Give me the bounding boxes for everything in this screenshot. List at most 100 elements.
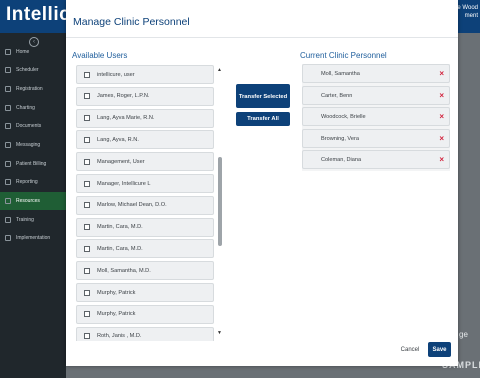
resources-icon — [5, 198, 11, 204]
available-user-row[interactable]: Roth, Janis , M.D. — [76, 326, 214, 341]
available-user-row[interactable]: Murphy, Patrick — [76, 304, 214, 324]
available-user-row[interactable]: Lang, Ayva, R.N. — [76, 130, 214, 150]
available-user-row[interactable]: Moll, Samantha, M.D. — [76, 261, 214, 281]
sidebar-item-label: Resources — [16, 198, 40, 204]
sidebar-item-label: Registration — [16, 86, 43, 92]
available-user-row[interactable]: Murphy, Patrick — [76, 283, 214, 302]
available-user-name: James, Roger, L.P.N. — [97, 93, 150, 100]
background-content-bottom — [66, 366, 458, 378]
current-personnel-list: Moll, Samantha × Carter, Benn × Woodcock, Br… — [302, 64, 450, 171]
sidebar-item-label: Messaging — [16, 142, 41, 148]
user-select-checkbox[interactable] — [84, 202, 90, 209]
save-button[interactable]: Save — [428, 342, 451, 357]
personnel-name: Moll, Samantha — [321, 71, 360, 77]
available-user-name: Murphy, Patrick — [97, 289, 136, 296]
sidebar-item-training[interactable]: Training — [0, 211, 66, 229]
remove-personnel-icon[interactable]: × — [439, 91, 444, 100]
remove-personnel-icon[interactable]: × — [439, 69, 444, 78]
sidebar: ‹ Home Scheduler Registration Charting Docum… — [0, 33, 66, 378]
scroll-down-arrow-icon[interactable]: ▼ — [217, 330, 222, 336]
background-content — [458, 33, 480, 378]
user-select-checkbox[interactable] — [84, 158, 90, 165]
chart-icon — [5, 105, 11, 111]
user-select-checkbox[interactable] — [84, 224, 90, 231]
available-user-row[interactable]: intellicure, user — [76, 65, 214, 84]
current-personnel-row: Moll, Samantha × — [302, 64, 450, 83]
user-select-checkbox[interactable] — [84, 180, 90, 187]
available-user-row[interactable]: Management, User — [76, 152, 214, 172]
sidebar-item-documents[interactable]: Documents — [0, 117, 66, 135]
manage-clinic-personnel-dialog: Manage Clinic Personnel Available Users … — [66, 0, 458, 366]
available-users-label: Available Users — [72, 51, 128, 60]
training-icon — [5, 217, 11, 223]
personnel-name: Browning, Vera — [321, 135, 359, 142]
current-personnel-row: Carter, Benn × — [302, 85, 450, 105]
available-user-name: Lang, Ayva Marie, R.N. — [97, 115, 155, 122]
user-select-checkbox[interactable] — [84, 289, 90, 296]
available-user-row[interactable]: James, Roger, L.P.N. — [76, 86, 214, 106]
user-select-checkbox[interactable] — [84, 136, 90, 143]
current-personnel-label: Current Clinic Personnel — [300, 51, 387, 60]
calendar-icon — [5, 67, 11, 73]
implementation-icon — [5, 235, 11, 241]
available-users-list[interactable]: intellicure, user James, Roger, L.P.N. Lan… — [76, 65, 214, 341]
remove-personnel-icon[interactable]: × — [439, 134, 444, 143]
remove-personnel-icon[interactable]: × — [439, 112, 444, 121]
available-user-row[interactable]: Martin, Cara, M.D. — [76, 239, 214, 259]
sidebar-item-resources[interactable]: Resources — [0, 192, 66, 210]
transfer-selected-button[interactable]: Transfer Selected — [236, 84, 290, 108]
current-personnel-row: Coleman, Diana × — [302, 150, 450, 169]
personnel-name: Coleman, Diana — [321, 157, 362, 163]
document-icon — [5, 123, 11, 129]
dialog-title: Manage Clinic Personnel — [73, 16, 190, 28]
sidebar-item-charting[interactable]: Charting — [0, 99, 66, 117]
sidebar-item-messaging[interactable]: Messaging — [0, 136, 66, 154]
user-select-checkbox[interactable] — [84, 267, 90, 274]
sidebar-item-home[interactable]: Home — [0, 43, 66, 61]
user-select-checkbox[interactable] — [84, 311, 90, 318]
sidebar-item-label: Implementation — [16, 235, 51, 241]
billing-icon — [5, 161, 11, 167]
user-select-checkbox[interactable] — [84, 333, 90, 340]
user-select-checkbox[interactable] — [84, 93, 90, 100]
available-user-row[interactable]: Marlow, Michael Dean, D.O. — [76, 195, 214, 215]
registration-icon — [5, 86, 11, 92]
available-user-name: Roth, Janis , M.D. — [97, 333, 142, 340]
available-user-name: Management, User — [97, 158, 145, 165]
sidebar-item-implementation[interactable]: Implementation — [0, 229, 66, 247]
available-user-name: Manager, Intellicure L — [97, 180, 151, 187]
user-select-checkbox[interactable] — [84, 245, 90, 252]
sidebar-item-patient-billing[interactable]: Patient Billing — [0, 155, 66, 173]
available-user-row[interactable]: Lang, Ayva Marie, R.N. — [76, 108, 214, 128]
current-personnel-row: Woodcock, Brielle × — [302, 107, 450, 126]
home-icon — [5, 49, 11, 55]
sidebar-item-label: Home — [16, 49, 30, 55]
personnel-name: Carter, Benn — [321, 92, 353, 99]
sidebar-item-label: Scheduler — [16, 67, 39, 73]
sidebar-item-label: Patient Billing — [16, 161, 47, 167]
scroll-up-arrow-icon[interactable]: ▲ — [217, 67, 222, 73]
available-user-row[interactable]: Manager, Intellicure L — [76, 174, 214, 193]
user-select-checkbox[interactable] — [84, 115, 90, 122]
sidebar-item-label: Reporting — [16, 179, 38, 185]
sidebar-item-reporting[interactable]: Reporting — [0, 173, 66, 191]
scrollbar-thumb[interactable] — [218, 157, 222, 246]
current-personnel-row: Browning, Vera × — [302, 128, 450, 148]
personnel-name: Woodcock, Brielle — [321, 114, 366, 120]
available-user-row[interactable]: Martin, Cara, M.D. — [76, 217, 214, 237]
transfer-all-button[interactable]: Transfer All — [236, 112, 290, 126]
sidebar-item-registration[interactable]: Registration — [0, 80, 66, 98]
available-user-name: Marlow, Michael Dean, D.O. — [97, 202, 167, 209]
available-user-name: Lang, Ayva, R.N. — [97, 136, 139, 143]
remove-personnel-icon[interactable]: × — [439, 155, 444, 164]
sidebar-item-label: Training — [16, 217, 34, 223]
report-icon — [5, 179, 11, 185]
available-user-name: Moll, Samantha, M.D. — [97, 267, 151, 274]
mail-icon — [5, 142, 11, 148]
sidebar-item-scheduler[interactable]: Scheduler — [0, 61, 66, 79]
sidebar-item-label: Charting — [16, 105, 35, 111]
available-user-name: intellicure, user — [97, 71, 135, 78]
cancel-button[interactable]: Cancel — [397, 342, 423, 357]
sidebar-item-label: Documents — [16, 123, 42, 129]
user-select-checkbox[interactable] — [84, 71, 90, 78]
